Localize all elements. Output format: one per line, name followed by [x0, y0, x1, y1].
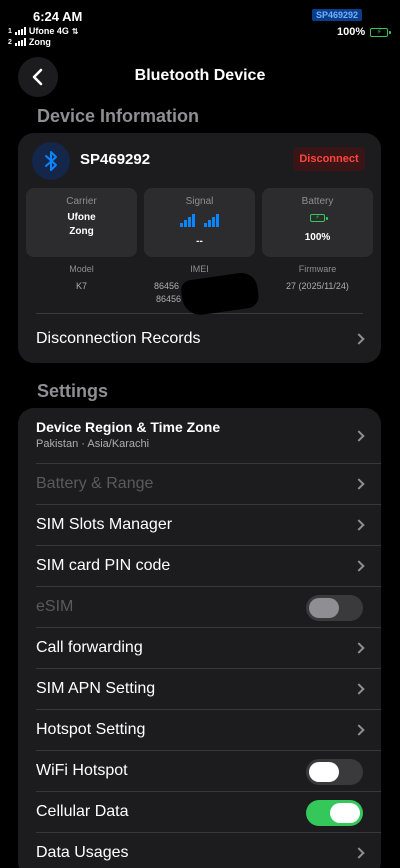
battery-charging-icon: ⚡	[370, 27, 392, 37]
region-timezone-subtitle: Pakistan · Asia/Karachi	[36, 438, 150, 450]
device-info-heading: Device Information	[37, 106, 200, 126]
sim-pin-row[interactable]: SIM card PIN code	[18, 546, 381, 587]
signal-tile: Signal --	[144, 188, 255, 257]
chevron-right-icon	[353, 560, 365, 572]
chevron-right-icon	[353, 519, 365, 531]
carrier-line2: Zong	[69, 226, 94, 237]
cellular-data-toggle[interactable]	[306, 800, 363, 826]
page-title: Bluetooth Device	[134, 67, 266, 84]
call-forwarding-label: Call forwarding	[36, 639, 143, 656]
call-forwarding-row[interactable]: Call forwarding	[18, 628, 381, 669]
chevron-right-icon	[353, 683, 365, 695]
sim1-signal-bars-icon	[180, 214, 195, 227]
disconnection-records-label: Disconnection Records	[36, 330, 201, 347]
sim1-index: 1	[8, 27, 12, 35]
region-timezone-title: Device Region & Time Zone	[36, 419, 221, 435]
data-usages-label: Data Usages	[36, 844, 129, 861]
status-battery: 100% ⚡	[337, 26, 392, 38]
carrier-value: Ufone Zong	[26, 211, 137, 239]
data-arrows-icon: ⇅	[71, 26, 79, 36]
firmware-value: 27 (2025/11/24)	[286, 281, 349, 291]
sim-pin-label: SIM card PIN code	[36, 557, 171, 574]
hotspot-setting-row[interactable]: Hotspot Setting	[18, 710, 381, 751]
model-label: Model	[69, 264, 94, 274]
sim1-indicator: 1 Ufone 4G ⇅	[8, 26, 79, 36]
battery-value: 100%	[304, 232, 331, 243]
chevron-right-icon	[353, 430, 365, 442]
hotspot-setting-label: Hotspot Setting	[36, 721, 146, 738]
data-usages-row[interactable]: Data Usages	[18, 833, 381, 868]
battery-label: Battery	[301, 196, 334, 207]
battery-range-label: Battery & Range	[36, 475, 154, 492]
wifi-hotspot-label: WiFi Hotspot	[36, 762, 128, 779]
settings-card: Device Region & Time Zone Pakistan · Asi…	[18, 408, 381, 868]
status-battery-percent: 100%	[337, 26, 366, 38]
device-badge: SP469292	[312, 9, 363, 21]
firmware-label: Firmware	[298, 264, 337, 274]
model-value: K7	[75, 281, 87, 291]
disconnect-button[interactable]: Disconnect	[293, 147, 365, 171]
chevron-right-icon	[353, 847, 365, 859]
sim-apn-label: SIM APN Setting	[36, 680, 156, 697]
cellular-data-label: Cellular Data	[36, 803, 129, 820]
sim1-signal-icon	[14, 27, 26, 35]
chevron-right-icon	[353, 333, 365, 345]
wifi-hotspot-toggle[interactable]	[306, 759, 363, 785]
chevron-right-icon	[353, 478, 365, 490]
model-info: Model K7	[26, 264, 137, 293]
signal-value: --	[196, 236, 203, 247]
signal-label: Signal	[185, 196, 214, 207]
esim-row: eSIM	[18, 587, 381, 628]
sim-apn-row[interactable]: SIM APN Setting	[18, 669, 381, 710]
sim-slots-row[interactable]: SIM Slots Manager	[18, 505, 381, 546]
device-name: SP469292	[80, 151, 151, 168]
device-battery-icon: ⚡	[310, 214, 328, 222]
sim2-name: Zong	[28, 37, 51, 47]
cellular-data-row: Cellular Data	[18, 792, 381, 833]
sim2-signal-bars-icon	[204, 214, 219, 227]
battery-tile: Battery ⚡ 100%	[262, 188, 373, 257]
region-timezone-row[interactable]: Device Region & Time Zone Pakistan · Asi…	[18, 408, 381, 464]
status-bar: 6:24 AM 1 Ufone 4G ⇅ 2 Zong SP469292 100…	[0, 0, 400, 52]
bluetooth-icon	[32, 142, 70, 180]
sim1-name: Ufone 4G	[28, 26, 69, 36]
disconnection-records-row[interactable]: Disconnection Records	[18, 319, 381, 360]
wifi-hotspot-row: WiFi Hotspot	[18, 751, 381, 792]
carrier-tile: Carrier Ufone Zong	[26, 188, 137, 257]
sim2-signal-icon	[14, 38, 26, 46]
sim2-index: 2	[8, 38, 12, 46]
device-info-card: SP469292 Disconnect Carrier Ufone Zong S…	[18, 133, 381, 363]
esim-label: eSIM	[36, 598, 74, 615]
battery-range-row[interactable]: Battery & Range	[18, 464, 381, 505]
sim-slots-label: SIM Slots Manager	[36, 516, 173, 533]
settings-heading: Settings	[37, 381, 109, 401]
firmware-info: Firmware 27 (2025/11/24)	[262, 264, 373, 293]
carrier-line1: Ufone	[67, 212, 96, 223]
chevron-right-icon	[353, 724, 365, 736]
esim-toggle[interactable]	[306, 595, 363, 621]
carrier-label: Carrier	[66, 196, 97, 207]
chevron-right-icon	[353, 642, 365, 654]
status-time: 6:24 AM	[33, 9, 83, 24]
sim2-indicator: 2 Zong	[8, 37, 51, 47]
